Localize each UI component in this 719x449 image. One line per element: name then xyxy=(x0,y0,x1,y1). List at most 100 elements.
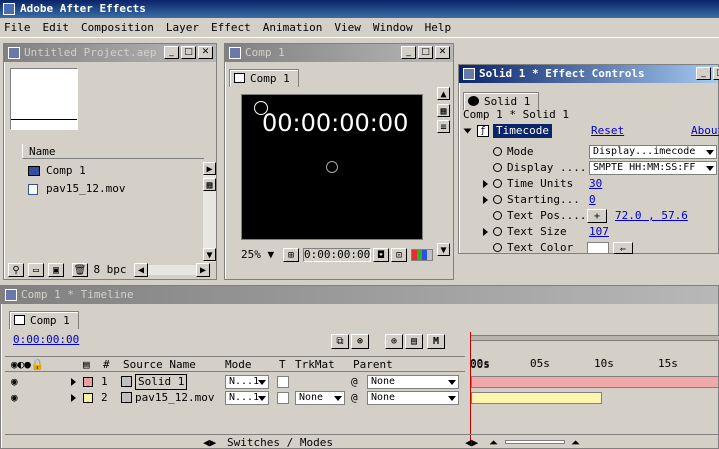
layer-row[interactable]: ◉ 1 Solid 1 N...1 @ None xyxy=(5,374,719,390)
project-window-titlebar[interactable]: Untitled Project.aep _ □ ✕ xyxy=(4,44,216,62)
menu-item-view[interactable]: View xyxy=(334,21,361,34)
zoom-out-icon[interactable]: ◀▶ xyxy=(465,436,478,449)
param-value[interactable]: 107 xyxy=(589,224,609,240)
mode-dropdown[interactable]: N...1 xyxy=(225,375,269,389)
menu-item-animation[interactable]: Animation xyxy=(263,21,323,34)
menu-item-window[interactable]: Window xyxy=(373,21,413,34)
close-button[interactable]: ✕ xyxy=(198,46,213,59)
expand-pane-icon[interactable]: ◀▶ xyxy=(203,436,216,449)
comp-options-icon[interactable]: ≡ xyxy=(437,120,450,133)
motion-blur-icon[interactable]: ▤ xyxy=(405,334,423,349)
trkmat-dropdown[interactable]: None xyxy=(295,391,345,405)
scroll-right-arrow-icon[interactable]: ▶ xyxy=(196,263,210,277)
project-item-footage[interactable]: pav15_12.mov xyxy=(22,181,204,197)
source-name-header[interactable]: Source Name xyxy=(123,358,196,371)
project-item-comp[interactable]: Comp 1 xyxy=(22,163,204,179)
project-scrollbar[interactable]: ▶ ▦ ▼ xyxy=(203,162,216,262)
expand-effect-icon[interactable] xyxy=(463,128,472,134)
timeline-titlebar[interactable]: Comp 1 * Timeline xyxy=(1,286,718,304)
stopwatch-icon[interactable] xyxy=(493,179,502,188)
effect-toggle-icon[interactable]: ƒ xyxy=(477,125,489,137)
minimize-button[interactable]: _ xyxy=(164,46,179,59)
comp-scrollbar[interactable]: ▲ ▦ ≡ ▼ xyxy=(437,87,450,259)
parent-dropdown[interactable]: None xyxy=(367,391,459,405)
expand-param-icon[interactable] xyxy=(483,196,488,204)
expand-param-icon[interactable] xyxy=(483,180,488,188)
comp-viewer[interactable]: 00:00:00:00 xyxy=(229,87,437,257)
menu-item-effect[interactable]: Effect xyxy=(211,21,251,34)
find-icon[interactable]: ⚲ xyxy=(8,263,24,277)
scroll-up-arrow-icon[interactable]: ▲ xyxy=(437,87,450,100)
close-button[interactable]: ✕ xyxy=(435,46,450,59)
stopwatch-icon[interactable] xyxy=(493,147,502,156)
frame-blending-icon[interactable]: ⊕ xyxy=(385,334,403,349)
crosshair-icon[interactable]: + xyxy=(587,209,607,223)
menu-item-file[interactable]: File xyxy=(4,21,31,34)
param-dropdown[interactable]: SMPTE HH:MM:SS:FF xyxy=(589,161,717,175)
shy-layers-icon[interactable]: ⊛ xyxy=(351,334,369,349)
param-value[interactable]: 72.0 , 57.6 xyxy=(615,208,688,224)
about-link[interactable]: About... xyxy=(691,124,719,137)
layer-duration-bar[interactable] xyxy=(471,392,602,404)
comp-flowchart-icon[interactable]: ▦ xyxy=(437,104,450,117)
reset-link[interactable]: Reset xyxy=(591,124,624,137)
stopwatch-icon[interactable] xyxy=(493,211,502,220)
param-dropdown[interactable]: Display...imecode xyxy=(589,145,717,159)
horizontal-scrollbar[interactable] xyxy=(148,265,196,275)
eyedropper-icon[interactable]: ⇐ xyxy=(613,242,633,255)
comp-window-titlebar[interactable]: Comp 1 _ □ ✕ xyxy=(225,44,453,62)
trash-icon[interactable]: 🗑 xyxy=(72,263,88,277)
param-value[interactable]: 30 xyxy=(589,176,602,192)
color-swatch[interactable] xyxy=(587,242,609,254)
parent-dropdown[interactable]: None xyxy=(367,375,459,389)
scroll-right-arrow-icon[interactable]: ▶ xyxy=(203,162,216,175)
show-snapshot-icon[interactable]: ⊡ xyxy=(391,248,407,262)
menu-item-composition[interactable]: Composition xyxy=(81,21,154,34)
menu-item-help[interactable]: Help xyxy=(425,21,452,34)
snapshot-icon[interactable]: ◘ xyxy=(373,248,389,262)
layer-duration-bar[interactable] xyxy=(471,376,719,388)
minimize-button[interactable]: _ xyxy=(401,46,416,59)
mode-dropdown[interactable]: N...1 xyxy=(225,391,269,405)
rgb-channels-icon[interactable] xyxy=(411,249,433,261)
comp-canvas[interactable]: 00:00:00:00 xyxy=(241,94,423,240)
zoom-dropdown[interactable]: 25% ▼ xyxy=(241,248,279,262)
new-folder-icon[interactable]: ▭ xyxy=(28,263,44,277)
expand-layer-icon[interactable] xyxy=(71,394,76,402)
stopwatch-icon[interactable] xyxy=(493,227,502,236)
new-comp-icon[interactable]: ▣ xyxy=(48,263,64,277)
stopwatch-icon[interactable] xyxy=(493,243,502,252)
param-value[interactable]: 0 xyxy=(589,192,596,208)
timeline-current-time[interactable]: 0:00:00:00 xyxy=(13,333,79,346)
menu-item-layer[interactable]: Layer xyxy=(166,21,199,34)
video-visibility-icon[interactable]: ◉ xyxy=(11,390,18,406)
title-safe-icon[interactable]: ⊞ xyxy=(283,248,299,262)
graph-editor-icon[interactable]: M xyxy=(427,334,445,349)
label-color-swatch[interactable] xyxy=(83,377,93,387)
current-time-readout[interactable]: 0:00:00:00 xyxy=(303,248,371,262)
scroll-left-arrow-icon[interactable]: ◀ xyxy=(134,263,148,277)
current-time-indicator[interactable] xyxy=(470,332,471,444)
work-area-bar[interactable] xyxy=(470,335,719,341)
switches-modes-toggle[interactable]: Switches / Modes xyxy=(227,436,333,449)
maximize-button[interactable]: □ xyxy=(181,46,196,59)
preserve-transparency-checkbox[interactable] xyxy=(277,376,289,388)
timeline-zoom-slider[interactable] xyxy=(505,440,565,444)
time-ruler[interactable]: 00s xyxy=(464,332,719,371)
name-column-header[interactable]: Name xyxy=(22,144,204,159)
maximize-button[interactable]: □ xyxy=(418,46,433,59)
comp-flowchart-icon[interactable]: ⧉ xyxy=(331,334,349,349)
menu-item-edit[interactable]: Edit xyxy=(43,21,70,34)
video-visibility-icon[interactable]: ◉ xyxy=(11,374,18,390)
tab-comp[interactable]: Comp 1 xyxy=(229,69,299,87)
pick-whip-icon[interactable]: @ xyxy=(351,390,358,406)
stopwatch-icon[interactable] xyxy=(493,195,502,204)
expand-param-icon[interactable] xyxy=(483,228,488,236)
scroll-down-arrow-icon[interactable]: ▼ xyxy=(203,248,216,261)
color-depth-label[interactable]: 8 bpc xyxy=(92,263,128,277)
minimize-button[interactable]: _ xyxy=(696,67,711,80)
pick-whip-icon[interactable]: @ xyxy=(351,374,358,390)
layer-name[interactable]: Solid 1 xyxy=(135,374,188,390)
effect-name[interactable]: Timecode xyxy=(493,124,552,138)
expand-layer-icon[interactable] xyxy=(71,378,76,386)
